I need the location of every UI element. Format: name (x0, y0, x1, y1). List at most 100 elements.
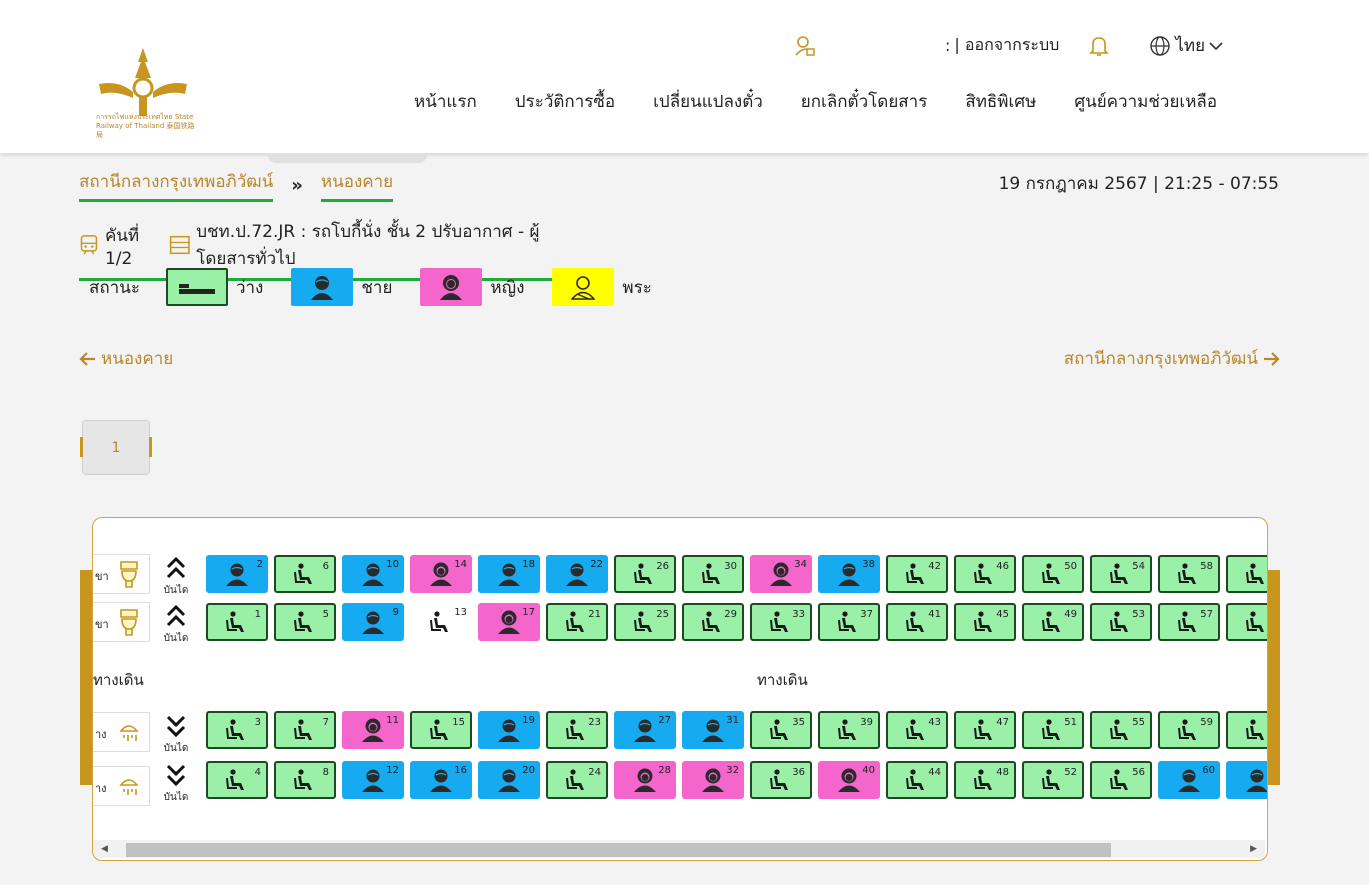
seat[interactable]: 12 (342, 761, 404, 799)
seat[interactable]: 15 (410, 711, 472, 749)
seat[interactable]: 35 (750, 711, 812, 749)
scroll-left-icon[interactable]: ◀ (101, 844, 108, 854)
seat[interactable]: 53 (1090, 603, 1152, 641)
coach-page-button[interactable]: 1 (80, 420, 152, 475)
seat[interactable]: 48 (954, 761, 1016, 799)
seat-icon (566, 719, 584, 740)
male-person-icon (498, 719, 520, 742)
seat[interactable]: 8 (274, 761, 336, 799)
seat[interactable]: 11 (342, 711, 404, 749)
user-lock-icon[interactable] (795, 35, 815, 57)
seat[interactable]: 27 (614, 711, 676, 749)
seat[interactable]: 17 (478, 603, 540, 641)
bell-icon[interactable] (1089, 35, 1110, 57)
seat-number: 22 (590, 559, 603, 570)
seat[interactable]: 40 (818, 761, 880, 799)
seat[interactable]: 37 (818, 603, 880, 641)
seat-icon (974, 719, 992, 740)
seat[interactable]: 16 (410, 761, 472, 799)
seat[interactable]: 7 (274, 711, 336, 749)
seat[interactable]: 42 (886, 555, 948, 593)
nav-privileges[interactable]: สิทธิพิเศษ (965, 88, 1036, 115)
seat[interactable]: 47 (954, 711, 1016, 749)
seat[interactable]: 32 (682, 761, 744, 799)
seat[interactable]: 36 (750, 761, 812, 799)
seat[interactable]: 39 (818, 711, 880, 749)
direction-left-link[interactable]: หนองคาย (79, 345, 173, 372)
seat[interactable]: 5 (274, 603, 336, 641)
scroll-right-icon[interactable]: ▶ (1250, 844, 1257, 854)
nav-home[interactable]: หน้าแรก (414, 88, 477, 115)
seat[interactable] (1226, 711, 1267, 749)
seat[interactable]: 10 (342, 555, 404, 593)
seat-number: 9 (392, 607, 399, 618)
seat[interactable]: 2 (206, 555, 268, 593)
seat[interactable]: 21 (546, 603, 608, 641)
seat[interactable]: 46 (954, 555, 1016, 593)
seat-number: 53 (1132, 609, 1145, 620)
seat[interactable]: 57 (1158, 603, 1220, 641)
seat[interactable]: 51 (1022, 711, 1084, 749)
seat[interactable]: 19 (478, 711, 540, 749)
seat[interactable]: 54 (1090, 555, 1152, 593)
seat[interactable]: 49 (1022, 603, 1084, 641)
coach-icon (169, 235, 190, 255)
nav-cancel-ticket[interactable]: ยกเลิกตั๋วโดยสาร (801, 88, 928, 115)
seat[interactable]: 30 (682, 555, 744, 593)
horizontal-scrollbar[interactable]: ◀ ▶ (93, 840, 1265, 858)
language-selector[interactable]: ไทย (1149, 32, 1223, 59)
seat[interactable]: 22 (546, 555, 608, 593)
seat[interactable]: 14 (410, 555, 472, 593)
seat[interactable]: 13 (410, 603, 472, 641)
seat[interactable]: 4 (206, 761, 268, 799)
scrollbar-thumb[interactable] (126, 843, 1111, 857)
seat[interactable]: 60 (1158, 761, 1220, 799)
seat-icon (1110, 769, 1128, 790)
seat-number: 45 (996, 609, 1009, 620)
nav-help-center[interactable]: ศูนย์ความช่วยเหลือ (1074, 88, 1217, 115)
seat[interactable]: 24 (546, 761, 608, 799)
seat[interactable]: 26 (614, 555, 676, 593)
seat[interactable]: 18 (478, 555, 540, 593)
seat-icon (1042, 719, 1060, 740)
seat-number: 1 (254, 609, 261, 620)
direction-right-link[interactable]: สถานีกลางกรุงเทพอภิวัฒน์ (1064, 345, 1280, 372)
seat[interactable]: 45 (954, 603, 1016, 641)
seat[interactable]: 20 (478, 761, 540, 799)
seat[interactable]: 41 (886, 603, 948, 641)
seat[interactable]: 31 (682, 711, 744, 749)
seat[interactable]: 28 (614, 761, 676, 799)
nav-purchase-history[interactable]: ประวัติการซื้อ (515, 88, 615, 115)
seat[interactable]: 3 (206, 711, 268, 749)
legend-monk-label: พระ (622, 277, 652, 298)
seat[interactable]: 33 (750, 603, 812, 641)
male-person-icon (702, 719, 724, 742)
seat-map: ขา ขา าง าง บันได บันได บันได บันได ทางเ… (92, 517, 1268, 861)
seat[interactable] (1226, 603, 1267, 641)
seat[interactable] (1226, 555, 1267, 593)
seat-icon (566, 611, 584, 632)
seat[interactable]: 34 (750, 555, 812, 593)
seat[interactable]: 38 (818, 555, 880, 593)
seat[interactable]: 58 (1158, 555, 1220, 593)
seat[interactable]: 6 (274, 555, 336, 593)
seat[interactable]: 23 (546, 711, 608, 749)
seat-number: 58 (1200, 561, 1213, 572)
nav-change-ticket[interactable]: เปลี่ยนแปลงตั๋ว (653, 88, 763, 115)
shower-facility: าง (93, 766, 150, 806)
seat[interactable]: 1 (206, 603, 268, 641)
logout-link[interactable]: | ออกจากระบบ (954, 33, 1059, 58)
seat[interactable]: 52 (1022, 761, 1084, 799)
seat[interactable]: 29 (682, 603, 744, 641)
seat[interactable]: 56 (1090, 761, 1152, 799)
seat[interactable]: 55 (1090, 711, 1152, 749)
female-person-icon (838, 768, 860, 792)
seat[interactable]: 59 (1158, 711, 1220, 749)
seat[interactable]: 43 (886, 711, 948, 749)
seat[interactable]: 25 (614, 603, 676, 641)
seat[interactable]: 9 (342, 603, 404, 641)
seat-number: 15 (452, 717, 465, 728)
seat[interactable] (1226, 761, 1267, 799)
seat[interactable]: 50 (1022, 555, 1084, 593)
seat[interactable]: 44 (886, 761, 948, 799)
